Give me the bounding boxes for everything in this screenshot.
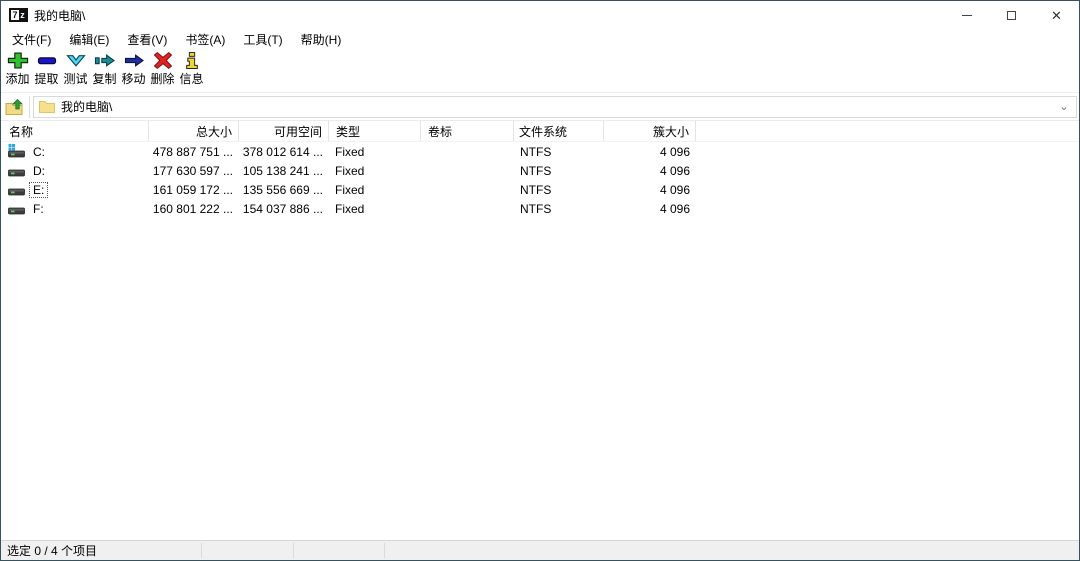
current-path: 我的电脑\	[61, 98, 1056, 115]
menu-tools[interactable]: 工具(T)	[234, 29, 291, 50]
selection-status: 选定 0 / 4 个项目	[1, 542, 97, 559]
app-window: 7z 我的电脑\ ✕ 文件(F) 编辑(E) 查看(V) 书签(A) 工具(T)…	[0, 0, 1080, 561]
address-bar: 我的电脑\ ⌄	[1, 93, 1079, 121]
window-title: 我的电脑\	[34, 7, 944, 24]
drive-icon	[8, 144, 25, 160]
table-row[interactable]: E: 161 059 172 ... 135 556 669 ... Fixed…	[1, 180, 1079, 199]
test-check-icon	[65, 52, 87, 69]
menu-help[interactable]: 帮助(H)	[292, 29, 351, 50]
toolbar: 添加 提取 测试 复制 移动 删除 信息	[1, 49, 1079, 93]
drive-cluster-size: 4 096	[604, 145, 696, 159]
extract-button[interactable]: 提取	[32, 52, 61, 87]
drive-free-space: 135 556 669 ...	[239, 183, 329, 197]
column-header-name[interactable]: 名称	[1, 121, 149, 141]
column-header-filesystem[interactable]: 文件系统	[514, 121, 604, 141]
drive-free-space: 154 037 886 ...	[239, 202, 329, 216]
column-header-free-space[interactable]: 可用空间	[239, 121, 329, 141]
extract-minus-icon	[36, 52, 58, 69]
move-arrow-icon	[123, 52, 145, 69]
column-header-total-size[interactable]: 总大小	[149, 121, 239, 141]
drive-cluster-size: 4 096	[604, 202, 696, 216]
info-i-icon	[181, 52, 203, 69]
drive-icon	[8, 182, 25, 198]
windows-flag-icon	[9, 144, 16, 151]
statusbar-divider	[384, 543, 385, 558]
title-bar: 7z 我的电脑\ ✕	[1, 1, 1079, 29]
copy-arrow-icon	[94, 52, 116, 69]
delete-button[interactable]: 删除	[148, 52, 177, 87]
column-header-label[interactable]: 卷标	[421, 121, 514, 141]
menu-bookmarks[interactable]: 书签(A)	[176, 29, 234, 50]
drive-type: Fixed	[329, 164, 421, 178]
drive-icon	[8, 201, 25, 217]
drive-cluster-size: 4 096	[604, 164, 696, 178]
drive-type: Fixed	[329, 183, 421, 197]
address-separator	[29, 96, 30, 118]
column-header-row: 名称 总大小 可用空间 类型 卷标 文件系统 簇大小	[1, 121, 1079, 142]
test-button[interactable]: 测试	[61, 52, 90, 87]
folder-icon	[39, 100, 55, 113]
drive-filesystem: NTFS	[514, 202, 604, 216]
drive-filesystem: NTFS	[514, 145, 604, 159]
drive-name: C:	[29, 144, 49, 160]
menu-view[interactable]: 查看(V)	[118, 29, 176, 50]
drive-type: Fixed	[329, 202, 421, 216]
drive-filesystem: NTFS	[514, 183, 604, 197]
drive-cluster-size: 4 096	[604, 183, 696, 197]
chevron-down-icon[interactable]: ⌄	[1056, 100, 1072, 113]
drive-table-body: C: 478 887 751 ... 378 012 614 ... Fixed…	[1, 142, 1079, 540]
table-row[interactable]: C: 478 887 751 ... 378 012 614 ... Fixed…	[1, 142, 1079, 161]
info-button[interactable]: 信息	[177, 52, 206, 87]
table-row[interactable]: D: 177 630 597 ... 105 138 241 ... Fixed…	[1, 161, 1079, 180]
close-icon: ✕	[1051, 9, 1062, 22]
status-bar: 选定 0 / 4 个项目	[1, 540, 1079, 560]
drive-total-size: 160 801 222 ...	[149, 202, 239, 216]
menu-file[interactable]: 文件(F)	[3, 29, 60, 50]
statusbar-divider	[201, 543, 202, 558]
table-row[interactable]: F: 160 801 222 ... 154 037 886 ... Fixed…	[1, 199, 1079, 218]
menu-edit[interactable]: 编辑(E)	[60, 29, 118, 50]
drive-total-size: 478 887 751 ...	[149, 145, 239, 159]
minimize-icon	[962, 15, 972, 16]
drive-name: D:	[29, 163, 49, 179]
drive-free-space: 378 012 614 ...	[239, 145, 329, 159]
drive-free-space: 105 138 241 ...	[239, 164, 329, 178]
window-controls: ✕	[944, 1, 1079, 29]
add-button[interactable]: 添加	[3, 52, 32, 87]
drive-name: E:	[29, 182, 48, 198]
up-folder-button[interactable]	[1, 95, 29, 119]
menu-bar: 文件(F) 编辑(E) 查看(V) 书签(A) 工具(T) 帮助(H)	[1, 29, 1079, 49]
drive-total-size: 177 630 597 ...	[149, 164, 239, 178]
drive-icon	[8, 163, 25, 179]
drive-total-size: 161 059 172 ...	[149, 183, 239, 197]
drive-name: F:	[29, 201, 48, 217]
move-button[interactable]: 移动	[119, 52, 148, 87]
drive-filesystem: NTFS	[514, 164, 604, 178]
column-header-cluster-size[interactable]: 簇大小	[604, 121, 696, 141]
app-7zip-icon: 7z	[9, 8, 28, 22]
folder-up-icon	[5, 98, 25, 116]
column-header-type[interactable]: 类型	[329, 121, 421, 141]
statusbar-divider	[293, 543, 294, 558]
add-plus-icon	[7, 52, 29, 69]
maximize-button[interactable]	[989, 1, 1034, 29]
copy-button[interactable]: 复制	[90, 52, 119, 87]
maximize-icon	[1007, 11, 1016, 20]
close-button[interactable]: ✕	[1034, 1, 1079, 29]
drive-type: Fixed	[329, 145, 421, 159]
delete-x-icon	[152, 52, 174, 69]
path-combobox[interactable]: 我的电脑\ ⌄	[33, 96, 1077, 118]
minimize-button[interactable]	[944, 1, 989, 29]
